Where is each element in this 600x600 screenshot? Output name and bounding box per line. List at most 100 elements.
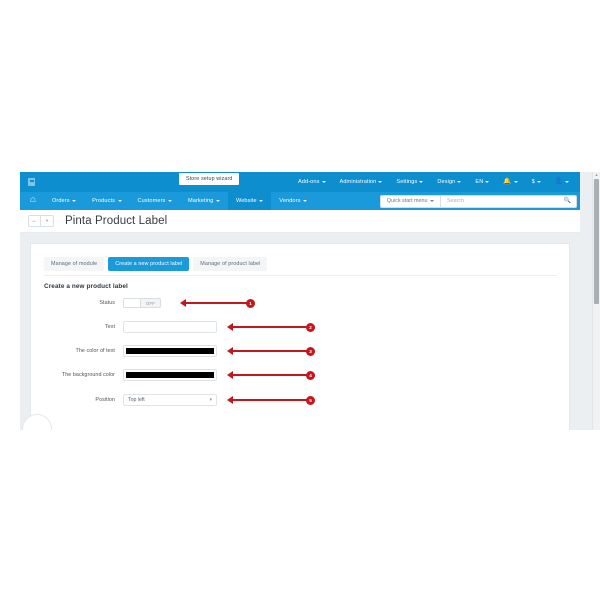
topmenu-design-label: Design <box>437 179 456 185</box>
chevron-down-icon <box>430 200 434 202</box>
form-row-position: Position Top left ▾ <box>31 393 569 407</box>
text-input[interactable] <box>123 321 217 333</box>
page-nav-button-group: ← ▾ <box>28 215 54 227</box>
form-row-status: Status OFF <box>31 296 569 310</box>
topmenu-account[interactable]: 👤 <box>548 177 576 186</box>
chevron-down-icon: ▾ <box>45 217 49 223</box>
topmenu-language[interactable]: EN <box>468 179 496 185</box>
topmenu-language-label: EN <box>475 179 484 185</box>
nav-item-vendors[interactable]: Vendors <box>271 192 315 210</box>
quick-start-menu-button[interactable]: Quick start menu <box>379 194 440 208</box>
text-field-control[interactable] <box>123 321 217 333</box>
store-logo-button[interactable] <box>20 172 42 192</box>
top-header-menu-group: Add-ons Administration Settings Design E… <box>291 172 576 192</box>
nav-item-orders[interactable]: Orders <box>44 192 84 210</box>
vertical-scrollbar[interactable]: ▲ <box>592 172 600 430</box>
toggle-knob <box>124 299 141 307</box>
tab-manage-of-product-label[interactable]: Manage of product label <box>193 257 268 271</box>
home-icon: ☖ <box>30 196 36 204</box>
chevron-down-icon <box>536 181 541 183</box>
background-color-control[interactable] <box>123 369 217 381</box>
chevron-up-icon[interactable]: ▲ <box>593 173 600 177</box>
topmenu-administration[interactable]: Administration <box>333 179 390 185</box>
store-logo-icon <box>27 178 35 186</box>
screenshot-root: Add-ons Administration Settings Design E… <box>0 0 600 600</box>
scrollbar-thumb[interactable] <box>594 179 599 304</box>
chevron-down-icon <box>485 181 490 183</box>
label-position: Position <box>95 397 115 403</box>
label-text: Text <box>104 324 115 330</box>
tab-create-a-new-product-label[interactable]: Create a new product label <box>108 257 190 271</box>
form-row-background-color: The background color <box>31 368 569 382</box>
quick-start-menu-label: Quick start menu <box>386 198 428 204</box>
page-dropdown-button[interactable]: ▾ <box>41 215 54 227</box>
tab-manage-of-module[interactable]: Manage of module <box>44 257 105 271</box>
store-setup-wizard-button[interactable]: Store setup wizard <box>179 173 240 185</box>
nav-item-orders-label: Orders <box>51 198 70 204</box>
back-button[interactable]: ← <box>28 215 41 227</box>
topmenu-settings[interactable]: Settings <box>389 179 430 185</box>
chevron-down-icon <box>565 181 569 183</box>
tabs-divider <box>44 275 557 276</box>
bell-icon: 🔔 <box>503 177 512 185</box>
position-select-value: Top left <box>128 397 145 403</box>
page-title: Pinta Product Label <box>65 215 168 227</box>
status-toggle[interactable]: OFF <box>123 298 161 308</box>
form-heading: Create a new product label <box>44 283 128 290</box>
nav-item-customers-label: Customers <box>137 198 166 204</box>
nav-item-marketing[interactable]: Marketing <box>180 192 228 210</box>
chevron-down-icon <box>167 200 172 202</box>
position-control[interactable]: Top left ▾ <box>123 394 217 406</box>
user-icon: 👤 <box>554 177 563 185</box>
status-toggle-value: OFF <box>146 300 155 306</box>
label-status: Status <box>99 300 115 306</box>
module-tabs: Manage of module Create a new product la… <box>44 257 268 271</box>
page-title-bar: ← ▾ Pinta Product Label <box>20 210 580 233</box>
nav-item-marketing-label: Marketing <box>187 198 214 204</box>
chevron-down-icon <box>117 200 122 202</box>
nav-item-home[interactable]: ☖ <box>20 192 44 210</box>
module-card: Manage of module Create a new product la… <box>30 243 570 430</box>
nav-item-products[interactable]: Products <box>84 192 129 210</box>
nav-item-vendors-label: Vendors <box>279 198 301 204</box>
chevron-down-icon <box>259 200 264 202</box>
nav-search-group: Quick start menu Search 🔍 <box>379 194 577 208</box>
chevron-down-icon <box>378 181 383 183</box>
chevron-down-icon <box>457 181 462 183</box>
nav-item-website-label: Website <box>235 198 257 204</box>
browser-viewport: Add-ons Administration Settings Design E… <box>20 172 600 430</box>
topmenu-currency-label: $ <box>531 179 535 185</box>
chevron-down-icon <box>302 200 307 202</box>
chevron-down-icon <box>419 181 424 183</box>
chevron-down-icon <box>321 181 326 183</box>
chevron-down-icon <box>513 181 518 183</box>
background-color-input[interactable] <box>123 369 217 381</box>
nav-item-products-label: Products <box>92 198 116 204</box>
nav-item-website[interactable]: Website <box>227 192 272 210</box>
color-of-text-input[interactable] <box>123 345 217 357</box>
main-navigation-bar: ☖ Orders Products Customers Marketing We… <box>20 192 580 210</box>
form-row-text: Text <box>31 320 569 334</box>
content-area: Manage of module Create a new product la… <box>20 233 580 430</box>
topmenu-design[interactable]: Design <box>430 179 468 185</box>
background-color-swatch[interactable] <box>126 372 214 378</box>
topmenu-administration-label: Administration <box>339 179 377 185</box>
color-of-text-control[interactable] <box>123 345 217 357</box>
color-of-text-swatch[interactable] <box>126 348 214 354</box>
arrow-left-icon: ← <box>31 218 38 224</box>
search-icon[interactable]: 🔍 <box>564 198 571 204</box>
topmenu-add-ons-label: Add-ons <box>297 179 320 185</box>
topmenu-settings-label: Settings <box>396 179 418 185</box>
topmenu-currency[interactable]: $ <box>525 179 548 185</box>
position-select[interactable]: Top left ▾ <box>123 394 217 406</box>
label-color-of-text: The color of text <box>75 348 115 354</box>
chevron-down-icon <box>215 200 220 202</box>
nav-item-customers[interactable]: Customers <box>130 192 180 210</box>
topmenu-add-ons[interactable]: Add-ons <box>291 179 333 185</box>
chevron-down-icon: ▾ <box>209 396 212 403</box>
status-toggle-control[interactable]: OFF <box>123 298 161 308</box>
chevron-down-icon <box>72 200 77 202</box>
search-input[interactable]: Search 🔍 <box>440 194 577 208</box>
topmenu-notifications[interactable]: 🔔 <box>496 177 524 186</box>
form-row-color-of-text: The color of text <box>31 344 569 358</box>
